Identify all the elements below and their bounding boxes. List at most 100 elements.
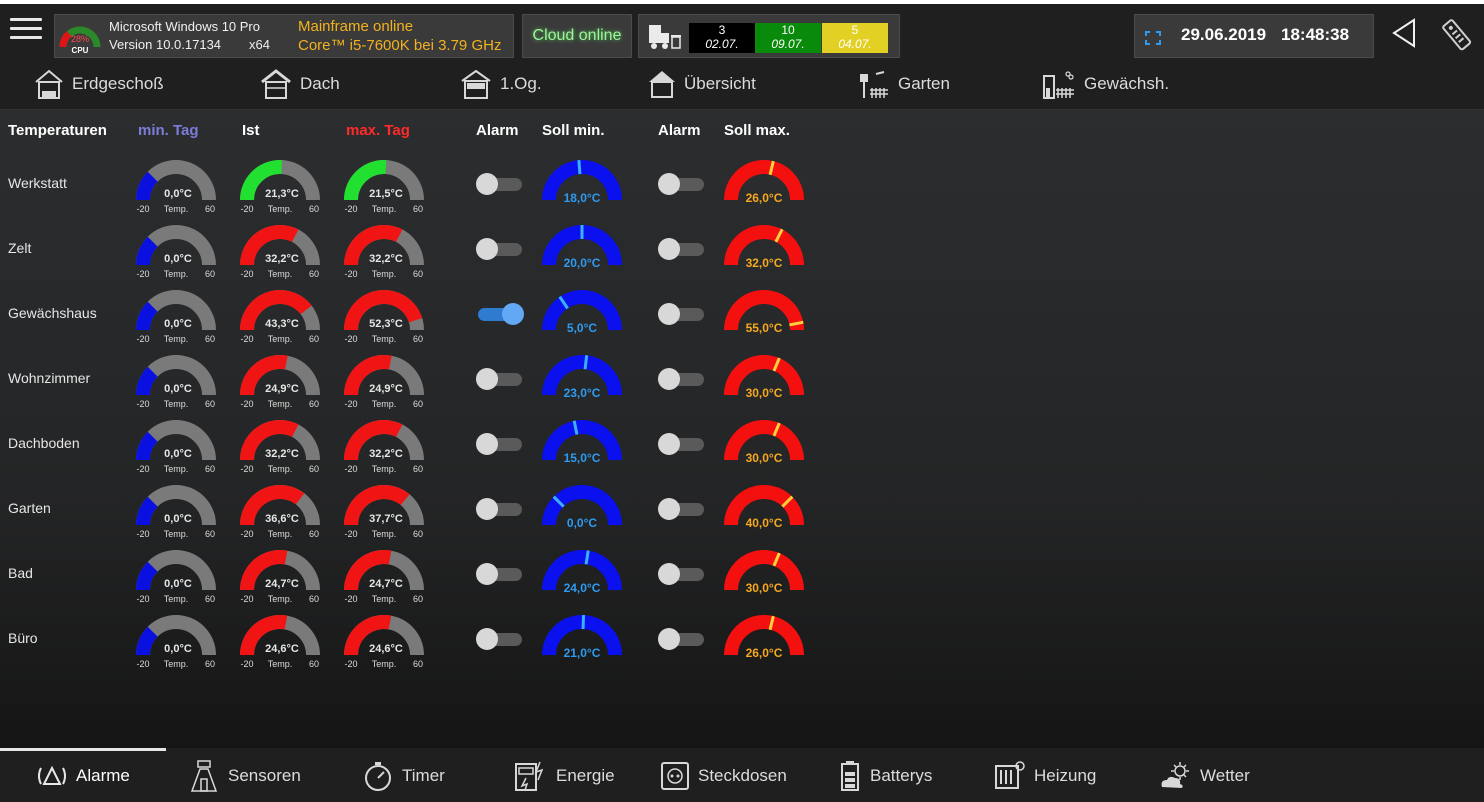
tab-energie[interactable]: Energie xyxy=(514,758,615,794)
soll-min-gauge[interactable]: 18,0°C xyxy=(540,154,624,214)
top-bar: 28% CPU Microsoft Windows 10 Pro Version… xyxy=(0,0,1484,60)
gauge-max-label: 60 xyxy=(309,594,319,604)
header-temperaturen: Temperaturen xyxy=(8,122,107,139)
alarm-min-toggle[interactable] xyxy=(476,432,524,456)
soll-max-gauge[interactable]: 30,0°C xyxy=(722,349,806,409)
tab-batterys[interactable]: Batterys xyxy=(838,758,932,794)
nav-item-erdgeschoss[interactable]: Erdgeschoß xyxy=(34,64,164,104)
gauge-fill xyxy=(136,171,158,201)
alarm-min-toggle[interactable] xyxy=(476,562,524,586)
toggle-knob xyxy=(658,303,680,325)
setpoint-value: 30,0°C xyxy=(746,451,783,465)
toggle-knob xyxy=(476,563,498,585)
gauge-value: 0,0°C xyxy=(164,318,192,330)
gauge-max-label: 60 xyxy=(309,464,319,474)
alarm-max-toggle[interactable] xyxy=(658,497,706,521)
soll-min-gauge[interactable]: 15,0°C xyxy=(540,414,624,474)
gauge-value: 0,0°C xyxy=(164,643,192,655)
nav-item-garten[interactable]: Garten xyxy=(858,64,950,104)
alarm-max-toggle[interactable] xyxy=(658,562,706,586)
gauge-min-label: -20 xyxy=(240,594,253,604)
ist-gauge: 43,3°C -20 Temp. 60 xyxy=(240,290,320,344)
soll-min-gauge[interactable]: 20,0°C xyxy=(540,219,624,279)
soll-min-gauge[interactable]: 0,0°C xyxy=(540,479,624,539)
tab-timer[interactable]: Timer xyxy=(362,758,445,794)
tab-steckdosen[interactable]: Steckdosen xyxy=(660,758,787,794)
toggle-knob xyxy=(476,368,498,390)
menu-icon[interactable] xyxy=(10,18,42,42)
gauge-value: 36,6°C xyxy=(265,513,299,525)
mainframe-status: Mainframe online xyxy=(298,18,414,35)
os-arch: x64 xyxy=(249,37,270,52)
trash-cell-2: 10 09.07. xyxy=(755,23,821,53)
trash-calendar[interactable]: 3 02.07. 10 09.07. 5 04.07. xyxy=(638,14,900,58)
alarm-max-toggle[interactable] xyxy=(658,627,706,651)
soll-max-gauge[interactable]: 32,0°C xyxy=(722,219,806,279)
soll-min-gauge[interactable]: 21,0°C xyxy=(540,609,624,669)
max-gauge: 37,7°C -20 Temp. 60 xyxy=(344,485,424,539)
alarm-min-toggle[interactable] xyxy=(476,302,524,326)
header-soll-min: Soll min. xyxy=(542,122,605,139)
timer-icon xyxy=(365,762,391,791)
soll-max-gauge[interactable]: 30,0°C xyxy=(722,414,806,474)
tab-alarme[interactable]: Alarme xyxy=(36,758,130,794)
soll-max-gauge[interactable]: 26,0°C xyxy=(722,154,806,214)
tab-wetter[interactable]: Wetter xyxy=(1158,758,1250,794)
max-gauge: 21,5°C -20 Temp. 60 xyxy=(344,160,424,214)
toggle-knob xyxy=(476,628,498,650)
nav-item-gewaechshaus[interactable]: Gewächsh. xyxy=(1042,64,1169,104)
nav-item-dach[interactable]: Dach xyxy=(260,64,340,104)
tab-label-alarme: Alarme xyxy=(76,766,130,785)
soll-min-gauge[interactable]: 24,0°C xyxy=(540,544,624,604)
trash-count-3: 5 xyxy=(851,23,859,37)
gauge-max-label: 60 xyxy=(309,204,319,214)
room-name: Zelt xyxy=(8,240,32,256)
room-name: Garten xyxy=(8,500,51,516)
gauge-value: 24,9°C xyxy=(369,383,403,395)
alarm-min-toggle[interactable] xyxy=(476,497,524,521)
gauge-value: 0,0°C xyxy=(164,253,192,265)
alarm-max-toggle[interactable] xyxy=(658,172,706,196)
gauge-max-label: 60 xyxy=(205,529,215,539)
fullscreen-icon[interactable] xyxy=(1145,31,1161,45)
gauge-value: 24,7°C xyxy=(369,578,403,590)
soll-max-gauge[interactable]: 55,0°C xyxy=(722,284,806,344)
alarm-min-toggle[interactable] xyxy=(476,627,524,651)
soll-min-gauge[interactable]: 23,0°C xyxy=(540,349,624,409)
soll-max-gauge[interactable]: 40,0°C xyxy=(722,479,806,539)
nav-item-1og[interactable]: 1.Og. xyxy=(460,64,542,104)
energy-icon xyxy=(515,761,544,791)
gauge-min-label: -20 xyxy=(240,204,253,214)
soll-min-gauge[interactable]: 5,0°C xyxy=(540,284,624,344)
gauge-value: 24,7°C xyxy=(265,578,299,590)
alarm-min-toggle[interactable] xyxy=(476,367,524,391)
alarm-min-toggle[interactable] xyxy=(476,237,524,261)
remote-control-icon[interactable] xyxy=(1436,14,1476,54)
cpu-gauge: 28% CPU xyxy=(59,26,101,55)
room-navigation: Erdgeschoß Dach 1.Og. Übersicht Garten G… xyxy=(0,60,1484,110)
min-gauge: 0,0°C -20 Temp. 60 xyxy=(136,160,216,214)
back-icon[interactable] xyxy=(1390,18,1418,48)
tab-sensoren[interactable]: Sensoren xyxy=(188,758,301,794)
alarm-max-toggle[interactable] xyxy=(658,302,706,326)
sensor-icon xyxy=(190,760,218,792)
nav-item-uebersicht[interactable]: Übersicht xyxy=(648,64,756,104)
gauge-max-label: 60 xyxy=(413,594,423,604)
setpoint-value: 30,0°C xyxy=(746,581,783,595)
alarm-max-toggle[interactable] xyxy=(658,367,706,391)
garbage-truck-icon xyxy=(649,25,681,49)
header-max-tag: max. Tag xyxy=(346,122,410,139)
temperature-panel: Temperaturen min. Tag Ist max. Tag Alarm… xyxy=(0,110,1484,748)
gauge-unit-label: Temp. xyxy=(164,594,189,604)
gauge-min-label: -20 xyxy=(240,399,253,409)
gauge-value: 37,7°C xyxy=(369,513,403,525)
alarm-max-toggle[interactable] xyxy=(658,432,706,456)
gauge-min-label: -20 xyxy=(344,594,357,604)
soll-max-gauge[interactable]: 26,0°C xyxy=(722,609,806,669)
tab-heizung[interactable]: Heizung xyxy=(994,758,1096,794)
alarm-max-toggle[interactable] xyxy=(658,237,706,261)
soll-max-gauge[interactable]: 30,0°C xyxy=(722,544,806,604)
alarm-min-toggle[interactable] xyxy=(476,172,524,196)
trash-cell-1: 3 02.07. xyxy=(689,23,755,53)
gauge-value: 32,2°C xyxy=(369,253,403,265)
